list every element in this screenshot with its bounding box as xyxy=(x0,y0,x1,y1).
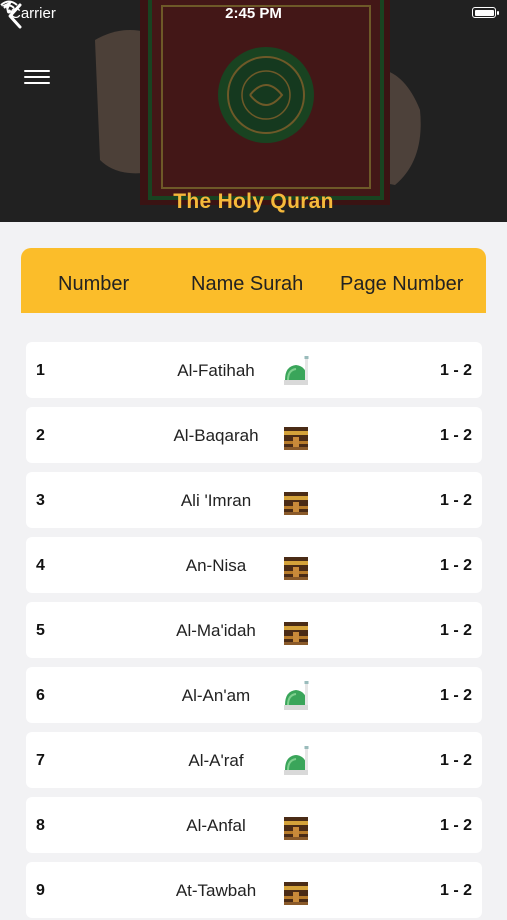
surah-name: Ali 'Imran xyxy=(180,491,252,510)
surah-page-number: 1 - 2 xyxy=(439,492,472,509)
table-row[interactable]: 6 Al-An'am 1 - 2 xyxy=(26,667,482,723)
column-header-page: Page Number xyxy=(340,273,464,295)
mosque-icon xyxy=(282,356,310,386)
quran-book-image xyxy=(0,0,507,222)
kaaba-icon xyxy=(282,551,310,581)
kaaba-icon xyxy=(282,486,310,516)
status-bar: Carrier 2:45 PM xyxy=(0,0,507,28)
surah-number: 5 xyxy=(36,622,45,639)
surah-page-number: 1 - 2 xyxy=(439,687,472,704)
table-row[interactable]: 3 Ali 'Imran 1 - 2 xyxy=(26,472,482,528)
kaaba-icon xyxy=(282,421,310,451)
mosque-icon xyxy=(282,746,310,776)
surah-name: Al-Fatihah xyxy=(177,361,255,380)
surah-name: Al-A'raf xyxy=(188,751,244,770)
surah-number: 1 xyxy=(36,362,45,379)
table-row[interactable]: 5 Al-Ma'idah 1 - 2 xyxy=(26,602,482,658)
status-time: 2:45 PM xyxy=(225,5,282,22)
battery-icon xyxy=(472,7,499,18)
surah-name: An-Nisa xyxy=(185,556,247,575)
kaaba-icon xyxy=(282,616,310,646)
surah-table: Number Name Surah Page Number 1 Al-Fatiha… xyxy=(0,222,507,918)
surah-page-number: 1 - 2 xyxy=(439,622,472,639)
surah-number: 7 xyxy=(36,752,45,769)
surah-name: Al-Ma'idah xyxy=(176,621,256,640)
back-chevron-icon[interactable] xyxy=(0,0,30,32)
surah-name: Al-Baqarah xyxy=(173,426,259,445)
mosque-icon xyxy=(282,681,310,711)
surah-number: 3 xyxy=(36,492,45,509)
column-header-name: Name Surah xyxy=(191,273,304,295)
surah-name: Al-Anfal xyxy=(186,816,246,835)
table-row[interactable]: 8 Al-Anfal 1 - 2 xyxy=(26,797,482,853)
table-row[interactable]: 7 Al-A'raf 1 - 2 xyxy=(26,732,482,788)
surah-page-number: 1 - 2 xyxy=(439,817,472,834)
kaaba-icon xyxy=(282,811,310,841)
surah-number: 8 xyxy=(36,817,45,834)
surah-number: 6 xyxy=(36,687,45,704)
column-header-number: Number xyxy=(58,273,130,295)
surah-number: 9 xyxy=(36,882,45,899)
surah-number: 2 xyxy=(36,427,45,444)
table-row[interactable]: 4 An-Nisa 1 - 2 xyxy=(26,537,482,593)
surah-name: At-Tawbah xyxy=(175,881,257,900)
surah-name: Al-An'am xyxy=(181,686,251,705)
surah-page-number: 1 - 2 xyxy=(439,362,472,379)
surah-page-number: 1 - 2 xyxy=(439,882,472,899)
table-row[interactable]: 9 At-Tawbah 1 - 2 xyxy=(26,862,482,918)
surah-page-number: 1 - 2 xyxy=(439,557,472,574)
surah-number: 4 xyxy=(36,557,45,574)
surah-page-number: 1 - 2 xyxy=(439,752,472,769)
table-row[interactable]: 2 Al-Baqarah 1 - 2 xyxy=(26,407,482,463)
header-hero: Carrier 2:45 PM The Holy Quran xyxy=(0,0,507,222)
surah-page-number: 1 - 2 xyxy=(439,427,472,444)
menu-icon[interactable] xyxy=(24,66,50,90)
table-row[interactable]: 1 Al-Fatihah 1 - 2 xyxy=(26,342,482,398)
kaaba-icon xyxy=(282,876,310,906)
table-header: Number Name Surah Page Number xyxy=(21,248,486,313)
page-title: The Holy Quran xyxy=(173,190,334,213)
